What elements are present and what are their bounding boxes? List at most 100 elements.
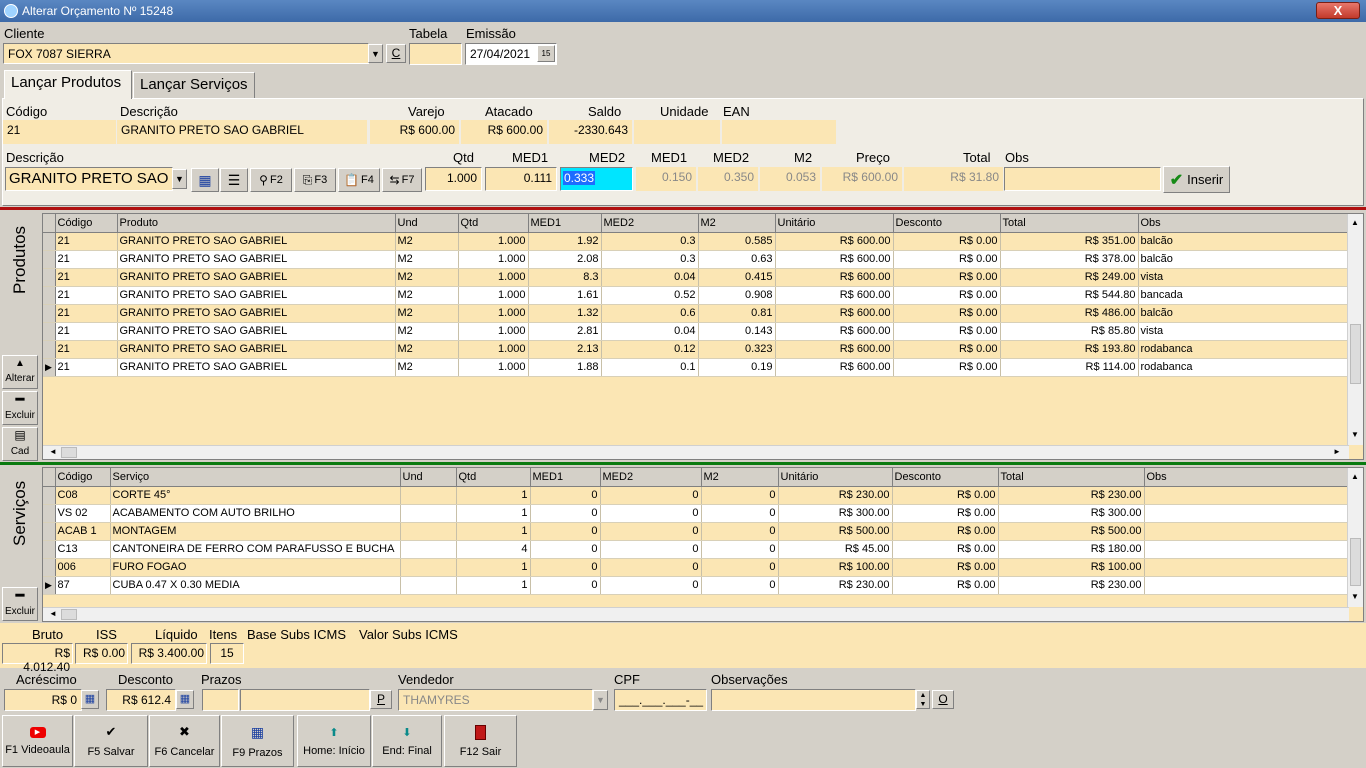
produtos-col-10[interactable]: Obs [1138, 214, 1350, 233]
servicos-vertical-scrollbar[interactable]: ▲ ▼ [1347, 468, 1363, 607]
produtos-col-3[interactable]: Qtd [458, 214, 529, 233]
servicos-col-1[interactable]: Serviço [110, 468, 401, 487]
produto-row[interactable]: 21 GRANITO PRETO SAO GABRIEL M2 1.000 2.81 0.… [43, 322, 1350, 341]
servicos-col-5[interactable]: MED2 [600, 468, 702, 487]
produtos-col-7[interactable]: Unitário [775, 214, 894, 233]
salvar-button[interactable]: ✔ F5 Salvar [74, 715, 148, 767]
med2-input[interactable]: 0.333 [560, 167, 633, 191]
produtos-excluir-button[interactable]: ━ Excluir [2, 391, 38, 425]
produtos-col-0[interactable]: Código [55, 214, 118, 233]
produto-row[interactable]: ▶ 21 GRANITO PRETO SAO GABRIEL M2 1.000 1.88 0… [43, 358, 1350, 377]
produtos-col-4[interactable]: MED1 [528, 214, 602, 233]
produto-row[interactable]: 21 GRANITO PRETO SAO GABRIEL M2 1.000 2.13 0.… [43, 340, 1350, 359]
servicos-col-7[interactable]: Unitário [778, 468, 893, 487]
prazos-p-button[interactable]: P [370, 690, 392, 709]
produtos-scroll-thumb[interactable] [1350, 324, 1361, 384]
search-f2-button[interactable]: ⚲ F2 [250, 168, 292, 192]
produtos-grid[interactable]: Código Produto Und Qtd MED1 MED2 M2 Unitário Des… [42, 213, 1364, 460]
servicos-col-6[interactable]: M2 [701, 468, 779, 487]
produtos-col-8[interactable]: Desconto [893, 214, 1001, 233]
servicos-hscroll-thumb[interactable] [61, 609, 77, 620]
row-indicator[interactable] [43, 558, 56, 577]
scroll-left-icon[interactable]: ◄ [49, 447, 57, 456]
row-indicator[interactable] [43, 340, 56, 359]
vendedor-dropdown-icon[interactable]: ▼ [593, 690, 608, 710]
row-indicator[interactable] [43, 322, 56, 341]
row-indicator[interactable] [43, 232, 56, 251]
scroll-up-icon[interactable]: ▲ [1351, 218, 1359, 227]
obs-input[interactable] [1004, 167, 1161, 191]
servico-row[interactable]: C08 CORTE 45° 1 0 0 0 R$ 230.00 R$ 0.00 R$ 230.0… [43, 486, 1350, 505]
entry-descricao-combo[interactable]: GRANITO PRETO SAO [5, 167, 173, 191]
servicos-col-8[interactable]: Desconto [892, 468, 999, 487]
tabela-field[interactable] [409, 43, 462, 65]
alterar-button[interactable]: ▲ Alterar [2, 355, 38, 389]
produto-row[interactable]: 21 GRANITO PRETO SAO GABRIEL M2 1.000 1.92 0.… [43, 232, 1350, 251]
produtos-col-2[interactable]: Und [395, 214, 459, 233]
cpf-input[interactable]: ___.___.___-__ [614, 689, 707, 711]
servicos-scroll-thumb[interactable] [1350, 538, 1361, 586]
servico-row[interactable]: 006 FURO FOGAO 1 0 0 0 R$ 100.00 R$ 0.00 R$ 100.… [43, 558, 1350, 577]
calculator-grid-button[interactable]: ▦ [191, 168, 219, 192]
servicos-col-2[interactable]: Und [400, 468, 457, 487]
cad-button[interactable]: ▤ Cad [2, 427, 38, 461]
med1-input[interactable]: 0.111 [485, 167, 557, 191]
row-indicator[interactable] [43, 304, 56, 323]
inicio-button[interactable]: ⬆ Home: Início [297, 715, 371, 767]
copy-f3-button[interactable]: ⎘ F3 [294, 168, 336, 192]
servicos-col-10[interactable]: Obs [1144, 468, 1350, 487]
produtos-horizontal-scrollbar[interactable]: ◄ ► [43, 445, 1349, 459]
cliente-dropdown-icon[interactable]: ▼ [368, 44, 383, 63]
prazos-code-input[interactable] [202, 689, 239, 711]
cancelar-button[interactable]: ✖ F6 Cancelar [149, 715, 220, 767]
acrescimo-calculator-icon[interactable]: ▦ [81, 690, 99, 709]
swap-f7-button[interactable]: ⇆ F7 [382, 168, 422, 192]
row-pointer-icon[interactable]: ▶ [43, 576, 56, 595]
row-indicator[interactable] [43, 522, 56, 541]
servicos-col-3[interactable]: Qtd [456, 468, 531, 487]
produto-row[interactable]: 21 GRANITO PRETO SAO GABRIEL M2 1.000 8.3 0.0… [43, 268, 1350, 287]
row-indicator[interactable] [43, 504, 56, 523]
videoaula-button[interactable]: ▶ F1 Videoaula [2, 715, 73, 767]
row-indicator[interactable] [43, 286, 56, 305]
desconto-calculator-icon[interactable]: ▦ [176, 690, 194, 709]
servicos-col-4[interactable]: MED1 [530, 468, 601, 487]
scroll-down-icon[interactable]: ▼ [1351, 592, 1359, 601]
servicos-col-0[interactable]: Código [55, 468, 111, 487]
final-button[interactable]: ⬇ End: Final [372, 715, 442, 767]
prazos-desc-input[interactable] [240, 689, 370, 711]
qtd-input[interactable]: 1.000 [425, 167, 482, 191]
scroll-left-icon[interactable]: ◄ [49, 609, 57, 618]
produtos-vertical-scrollbar[interactable]: ▲ ▼ [1347, 214, 1363, 445]
acrescimo-input[interactable]: R$ 0 [4, 689, 82, 711]
produtos-col-9[interactable]: Total [1000, 214, 1139, 233]
scroll-up-icon[interactable]: ▲ [1351, 472, 1359, 481]
row-pointer-icon[interactable]: ▶ [43, 358, 56, 377]
servicos-col-9[interactable]: Total [998, 468, 1145, 487]
calendar-icon[interactable]: 15 [537, 45, 555, 62]
row-indicator[interactable] [43, 486, 56, 505]
descricao-dropdown-icon[interactable]: ▼ [172, 169, 187, 189]
cliente-c-button[interactable]: C [386, 44, 406, 63]
servico-row[interactable]: ▶ 87 CUBA 0.47 X 0.30 MEDIA 1 0 0 0 R$ 230.00 R$… [43, 576, 1350, 595]
servicos-excluir-button[interactable]: ━ Excluir [2, 587, 38, 621]
produtos-hscroll-thumb[interactable] [61, 447, 77, 458]
scroll-down-icon[interactable]: ▼ [1351, 430, 1359, 439]
observacoes-o-button[interactable]: O [932, 690, 954, 709]
produto-row[interactable]: 21 GRANITO PRETO SAO GABRIEL M2 1.000 1.32 0.… [43, 304, 1350, 323]
cliente-combo[interactable]: FOX 7087 SIERRA [3, 43, 369, 64]
produto-row[interactable]: 21 GRANITO PRETO SAO GABRIEL M2 1.000 1.61 0.… [43, 286, 1350, 305]
servicos-horizontal-scrollbar[interactable]: ◄ [43, 607, 1349, 621]
servico-row[interactable]: VS 02 ACABAMENTO COM AUTO BRILHO 1 0 0 0 R$ 30… [43, 504, 1350, 523]
tab-lancar-produtos[interactable]: Lançar Produtos [4, 70, 132, 99]
desconto-input[interactable]: R$ 612.4 [106, 689, 176, 711]
scroll-right-icon[interactable]: ► [1333, 447, 1341, 456]
sair-button[interactable]: F12 Sair [444, 715, 517, 767]
servicos-grid[interactable]: Código Serviço Und Qtd MED1 MED2 M2 Unitário Des… [42, 467, 1364, 622]
close-button[interactable]: X [1316, 2, 1360, 19]
list-button[interactable]: ☰ [220, 168, 248, 192]
produtos-col-5[interactable]: MED2 [601, 214, 699, 233]
servico-row[interactable]: ACAB 1 MONTAGEM 1 0 0 0 R$ 500.00 R$ 0.00 R$ 500… [43, 522, 1350, 541]
inserir-button[interactable]: ✔ Inserir [1163, 166, 1230, 193]
observacoes-spinner[interactable]: ▲ ▼ [916, 690, 930, 709]
